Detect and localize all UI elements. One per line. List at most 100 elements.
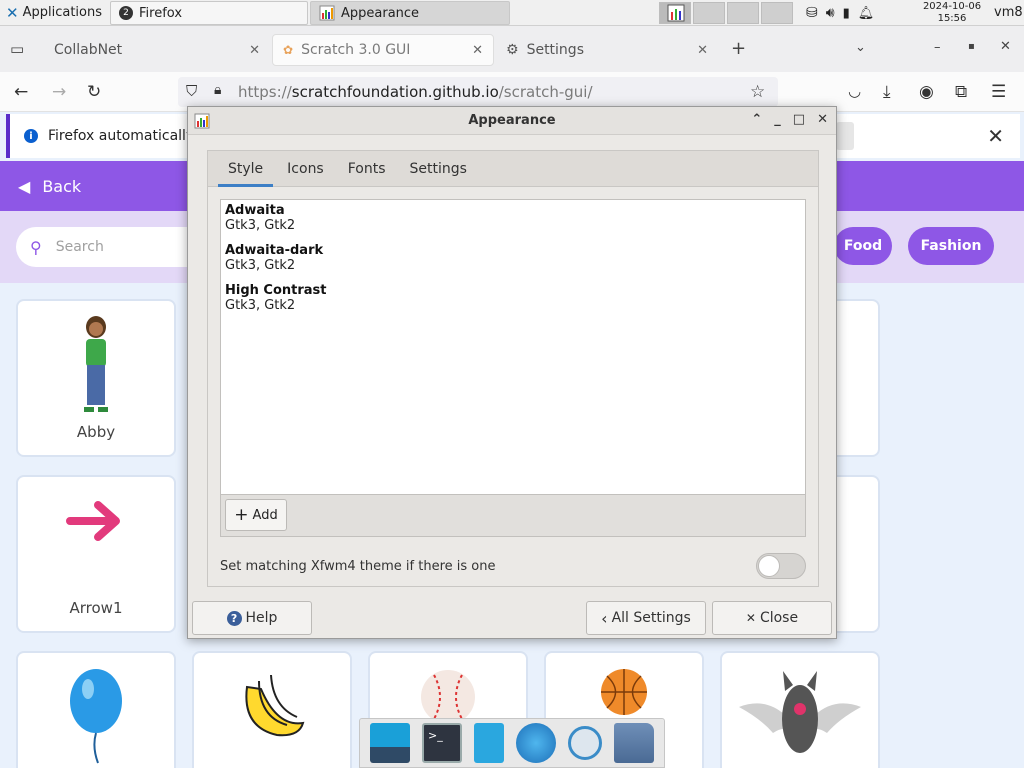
match-xfwm4-toggle[interactable] — [756, 553, 806, 579]
web-browser-globe-icon[interactable] — [516, 723, 556, 763]
filter-fashion-button[interactable]: Fashion — [908, 227, 994, 265]
all-settings-label: All Settings — [611, 610, 691, 626]
tab-label: Settings — [526, 42, 584, 58]
help-label: Help — [245, 610, 278, 626]
file-manager-icon[interactable] — [474, 723, 504, 763]
sprite-card-abby[interactable]: Abby — [16, 299, 176, 457]
theme-support: Gtk3, Gtk2 — [225, 218, 296, 233]
search-icon: ⚲ — [30, 237, 42, 257]
all-settings-button[interactable]: ‹ All Settings — [586, 601, 706, 635]
balloon-sprite-icon — [18, 667, 174, 767]
folder-icon[interactable] — [614, 723, 654, 763]
back-button[interactable]: Back — [42, 177, 81, 196]
taskbar-firefox-label: Firefox — [139, 5, 183, 21]
new-tab-icon[interactable]: + — [731, 38, 746, 59]
notification-text: Firefox automatically — [48, 128, 195, 144]
applications-label: Applications — [22, 5, 102, 20]
tab-label: Scratch 3.0 GUI — [301, 42, 411, 58]
dialog-titlebar[interactable]: Appearance ⌃ _ □ ✕ — [188, 107, 836, 135]
pocket-icon[interactable]: ◡ — [848, 82, 861, 100]
maximize-icon[interactable]: □ — [793, 112, 805, 127]
abby-sprite-icon — [18, 315, 174, 419]
download-icon[interactable]: ⤓ — [883, 82, 891, 102]
search-placeholder: Search — [55, 239, 104, 255]
chevron-down-icon[interactable]: ⌄ — [855, 40, 866, 55]
sprite-card-bat[interactable] — [720, 651, 880, 768]
close-button[interactable]: ✕ Close — [712, 601, 832, 635]
minimize-icon[interactable]: – — [934, 40, 941, 55]
volume-icon[interactable]: 🔊︎ — [826, 5, 835, 21]
tab-settings[interactable]: Settings — [398, 151, 479, 187]
terminal-icon[interactable]: >_ — [422, 723, 462, 763]
forward-arrow-icon[interactable]: → — [52, 82, 66, 102]
theme-support: Gtk3, Gtk2 — [225, 298, 296, 313]
tab-fonts[interactable]: Fonts — [336, 151, 398, 187]
url-path: /scratch-gui/ — [498, 83, 593, 101]
back-icon[interactable]: ◀ — [18, 177, 30, 196]
clock-date: 2024-10-06 — [922, 1, 982, 12]
sprite-card-balloon[interactable] — [16, 651, 176, 768]
tab-style[interactable]: Style — [216, 151, 275, 187]
notification-bell-icon[interactable]: 🔔︎ — [858, 6, 875, 21]
close-icon[interactable]: ✕ — [697, 43, 708, 58]
tab-scratch[interactable]: ✿ Scratch 3.0 GUI ✕ — [272, 34, 494, 66]
taskbar-firefox[interactable]: 2 Firefox — [110, 1, 308, 25]
theme-list-item[interactable]: Adwaita Gtk3, Gtk2 — [221, 200, 805, 240]
filter-food-button[interactable]: Food — [834, 227, 892, 265]
help-button[interactable]: ? Help — [192, 601, 312, 635]
workspace-1[interactable] — [659, 2, 691, 24]
sprite-card-arrow1[interactable]: Arrow1 — [16, 475, 176, 633]
back-arrow-icon[interactable]: ← — [14, 82, 28, 102]
shield-icon[interactable]: ⛉ — [186, 82, 197, 100]
notification-action-button[interactable] — [836, 122, 854, 150]
close-icon[interactable]: ✕ — [987, 124, 1004, 148]
dialog-tabs: Style Icons Fonts Settings — [208, 151, 818, 187]
url-scheme: https:// — [238, 83, 292, 101]
hostname-label: vm8 — [994, 5, 1023, 20]
applications-menu[interactable]: ✕ Applications — [0, 0, 108, 26]
bat-sprite-icon — [722, 667, 878, 763]
account-icon[interactable]: ◉ — [919, 82, 934, 102]
add-theme-button[interactable]: + Add — [225, 499, 287, 531]
minimize-icon[interactable]: _ — [774, 112, 781, 127]
bananas-sprite-icon — [194, 667, 350, 747]
bookmark-star-icon[interactable]: ☆ — [750, 82, 765, 102]
url-bar[interactable]: https://scratchfoundation.github.io/scra… — [178, 77, 778, 107]
close-icon[interactable]: ✕ — [249, 43, 260, 58]
search-magnifier-icon[interactable] — [568, 726, 602, 760]
tab-collabnet[interactable]: CollabNet ✕ — [44, 34, 270, 66]
appearance-app-icon — [194, 113, 210, 129]
taskbar-appearance-label: Appearance — [341, 5, 420, 21]
dialog-title: Appearance — [468, 113, 556, 128]
show-desktop-icon[interactable] — [370, 723, 410, 763]
close-icon[interactable]: ✕ — [472, 43, 483, 58]
clock[interactable]: 2024-10-06 15:56 — [914, 1, 990, 25]
sprite-card-bananas[interactable] — [192, 651, 352, 768]
menu-icon[interactable]: ☰ — [991, 82, 1006, 102]
tab-list-icon[interactable]: ▭ — [10, 40, 24, 58]
workspace-2[interactable] — [693, 2, 725, 24]
dock: >_ — [359, 718, 665, 768]
taskbar-appearance[interactable]: Appearance — [310, 1, 510, 25]
network-icon[interactable]: ⛁ — [806, 5, 818, 21]
clock-time: 15:56 — [937, 13, 967, 24]
lock-icon[interactable]: 🔒︎ — [214, 82, 221, 98]
shade-icon[interactable]: ⌃ — [751, 112, 762, 127]
basketball-sprite-icon — [546, 667, 702, 717]
tab-icons[interactable]: Icons — [275, 151, 336, 187]
reload-icon[interactable]: ↻ — [87, 82, 101, 102]
workspace-3[interactable] — [727, 2, 759, 24]
appearance-dialog: Appearance ⌃ _ □ ✕ Style Icons Fonts Set… — [187, 106, 837, 639]
xfce-logo-icon: ✕ — [6, 3, 19, 22]
theme-list-item[interactable]: Adwaita-dark Gtk3, Gtk2 — [221, 240, 805, 280]
tab-settings[interactable]: ⚙ Settings ✕ — [496, 34, 718, 66]
close-icon: ✕ — [745, 611, 756, 625]
close-icon[interactable]: ✕ — [817, 112, 828, 127]
close-window-icon[interactable]: ✕ — [1000, 39, 1011, 54]
battery-icon[interactable]: ▮ — [843, 6, 850, 21]
extensions-icon[interactable]: ⧉ — [955, 82, 967, 102]
theme-list[interactable]: Adwaita Gtk3, Gtk2 Adwaita-dark Gtk3, Gt… — [220, 199, 806, 495]
workspace-4[interactable] — [761, 2, 793, 24]
theme-list-item[interactable]: High Contrast Gtk3, Gtk2 — [221, 280, 805, 320]
maximize-icon[interactable]: ▪ — [968, 41, 975, 52]
